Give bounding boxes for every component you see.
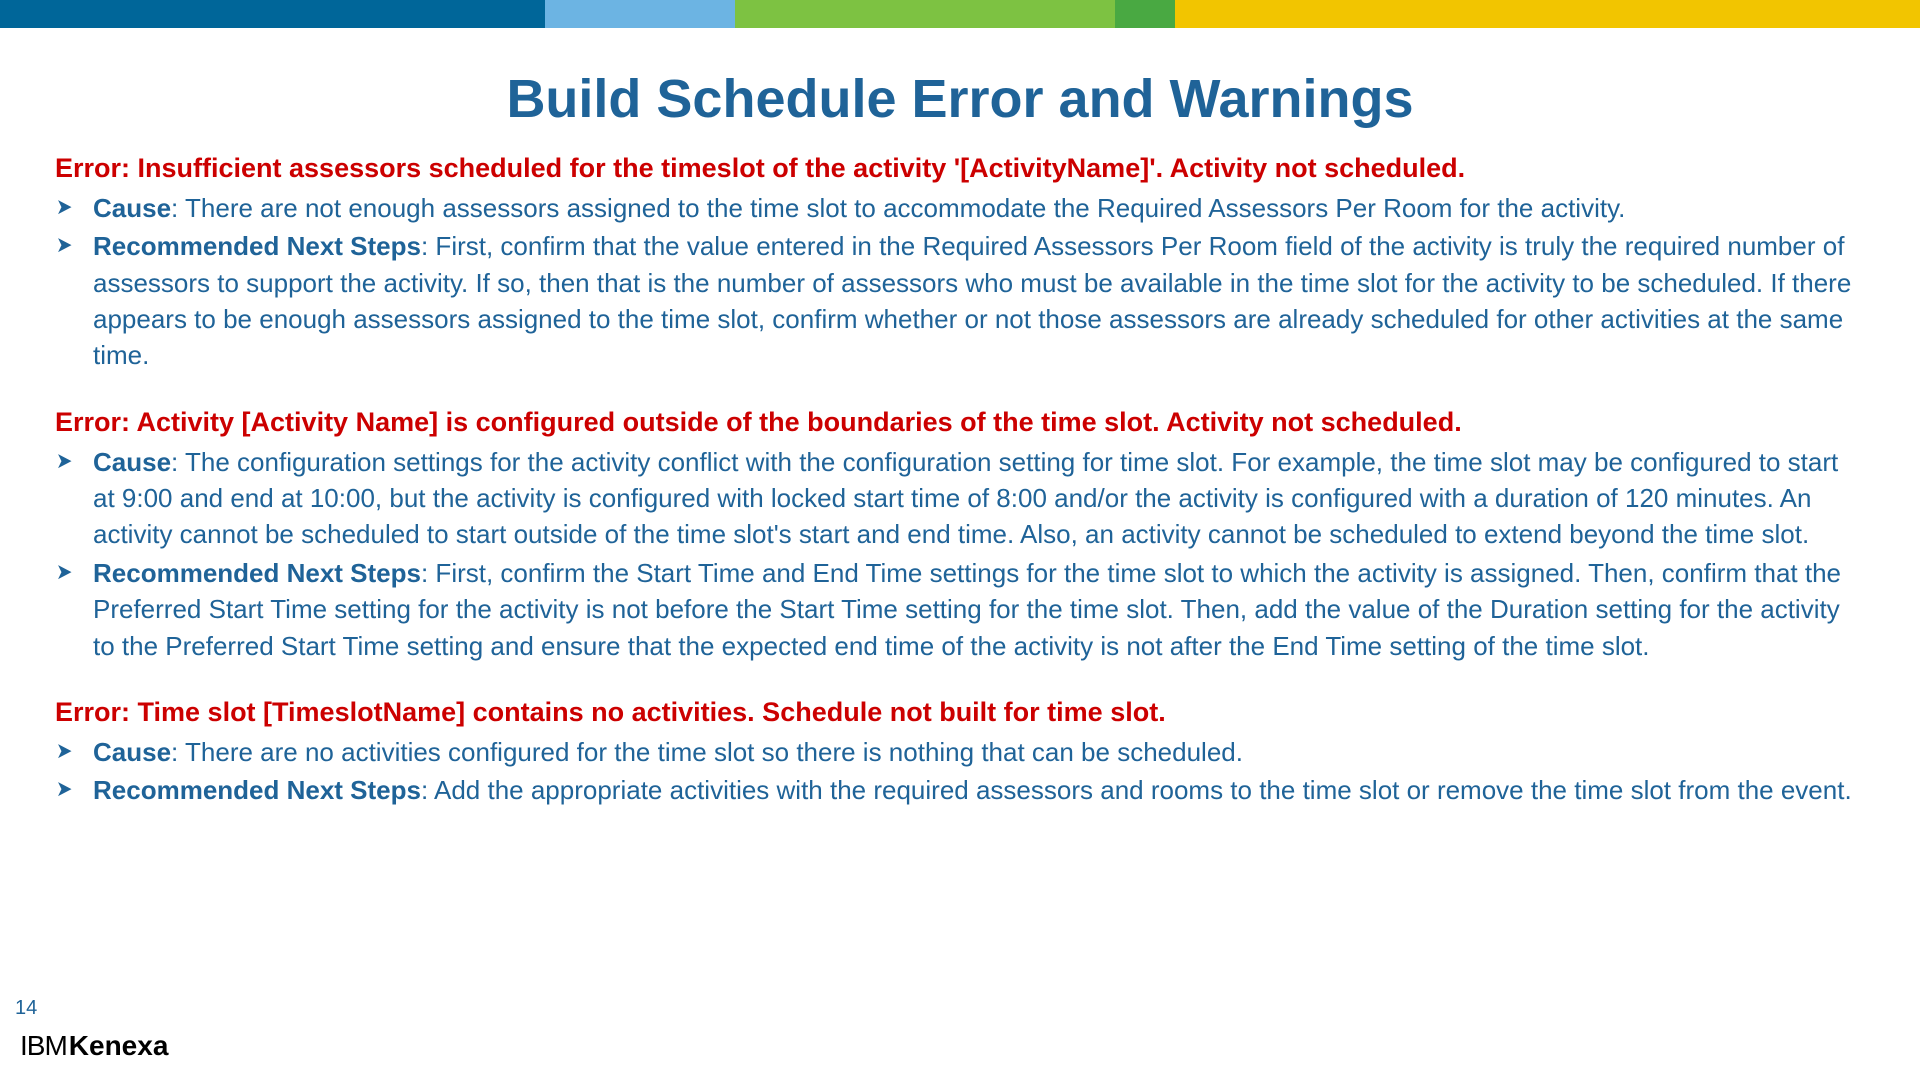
steps-bullet: Recommended Next Steps: Add the appropri… <box>55 772 1865 808</box>
stripe-light-green <box>735 0 1115 28</box>
logo-kenexa: Kenexa <box>69 1030 169 1061</box>
error-heading: Error: Time slot [TimeslotName] contains… <box>55 694 1865 732</box>
cause-label: Cause <box>93 737 171 767</box>
error-block-3: Error: Time slot [TimeslotName] contains… <box>55 694 1865 809</box>
stripe-yellow <box>1175 0 1920 28</box>
cause-bullet: Cause: There are not enough assessors as… <box>55 190 1865 226</box>
steps-label: Recommended Next Steps <box>93 558 421 588</box>
steps-bullet: Recommended Next Steps: First, confirm t… <box>55 228 1865 374</box>
cause-bullet: Cause: There are no activities configure… <box>55 734 1865 770</box>
steps-label: Recommended Next Steps <box>93 775 421 805</box>
stripe-light-blue <box>545 0 735 28</box>
error-heading: Error: Activity [Activity Name] is confi… <box>55 404 1865 442</box>
steps-label: Recommended Next Steps <box>93 231 421 261</box>
cause-label: Cause <box>93 447 171 477</box>
steps-text: : Add the appropriate activities with th… <box>421 775 1852 805</box>
cause-text: : The configuration settings for the act… <box>93 447 1838 550</box>
content-area: Error: Insufficient assessors scheduled … <box>55 150 1865 838</box>
cause-bullet: Cause: The configuration settings for th… <box>55 444 1865 553</box>
error-heading: Error: Insufficient assessors scheduled … <box>55 150 1865 188</box>
slide-title: Build Schedule Error and Warnings <box>0 68 1920 130</box>
cause-label: Cause <box>93 193 171 223</box>
cause-text: : There are no activities configured for… <box>171 737 1243 767</box>
stripe-dark-blue <box>0 0 545 28</box>
error-block-1: Error: Insufficient assessors scheduled … <box>55 150 1865 374</box>
steps-bullet: Recommended Next Steps: First, confirm t… <box>55 555 1865 664</box>
top-stripe <box>0 0 1920 28</box>
stripe-dark-green <box>1115 0 1175 28</box>
page-number: 14 <box>15 997 37 1020</box>
logo-ibm: IBM <box>20 1030 67 1061</box>
error-block-2: Error: Activity [Activity Name] is confi… <box>55 404 1865 664</box>
cause-text: : There are not enough assessors assigne… <box>171 193 1625 223</box>
logo: IBMKenexa <box>20 1030 168 1062</box>
